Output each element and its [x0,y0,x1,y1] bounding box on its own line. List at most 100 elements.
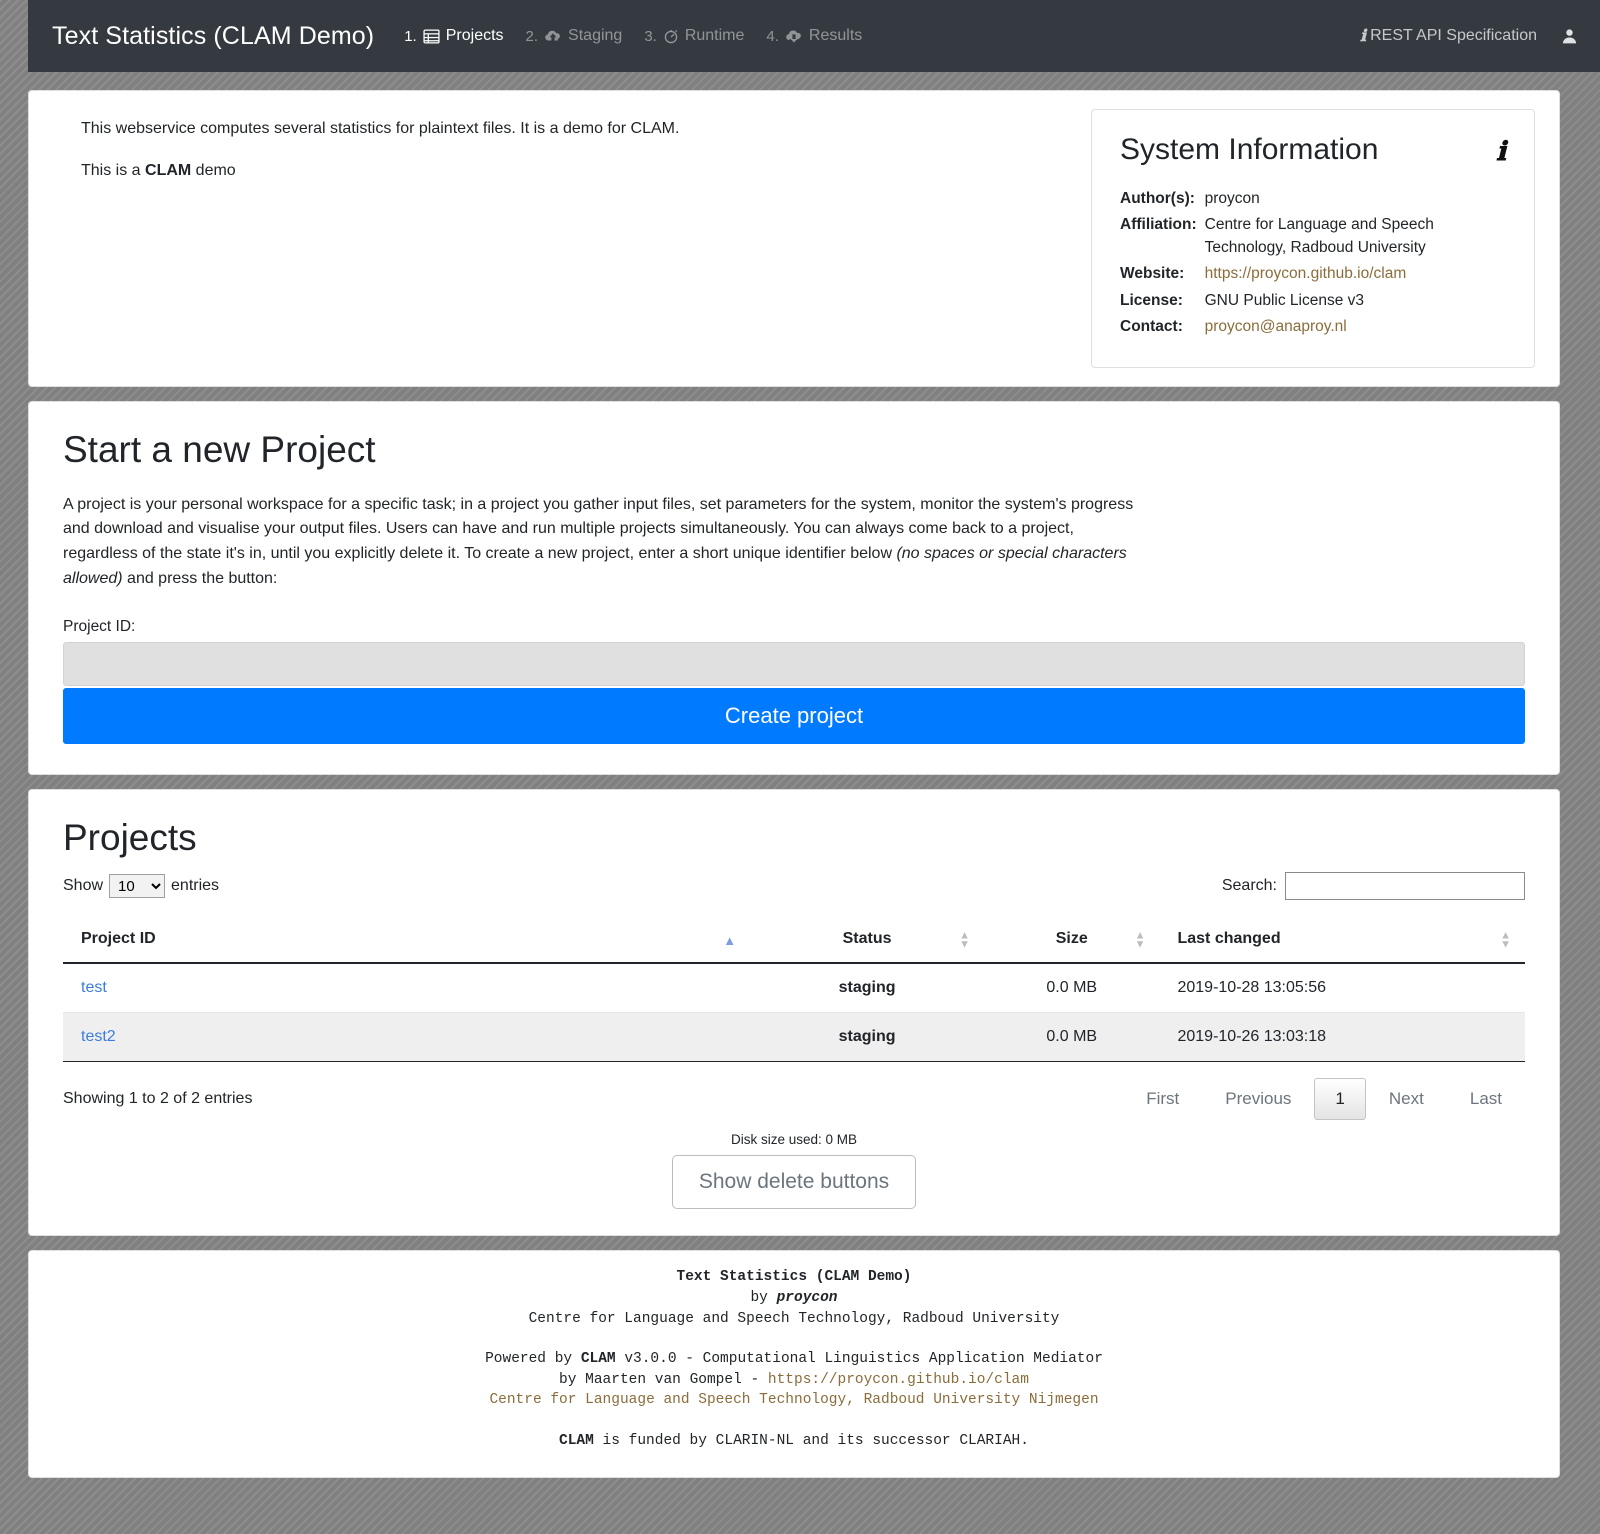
sort-none-icon: ▲ ▼ [1134,930,1146,951]
sysinfo-key-license: License: [1120,291,1183,309]
footer-clam-bold: CLAM [580,1351,616,1368]
table-row[interactable]: test staging 0.0 MB 2019-10-28 13:05:56 [63,962,1525,1013]
nav-step-runtime-label: Runtime [684,27,745,44]
footer-card: Text Statistics (CLAM Demo) by proycon C… [28,1250,1560,1479]
sysinfo-value-author: proycon [1204,190,1260,207]
footer-spacer-2 [39,1411,1549,1431]
rest-api-link[interactable]: ℹ REST API Specification [1360,26,1537,46]
nav-step-projects-number: 1. [404,27,417,45]
show-delete-buttons-button[interactable]: Show delete buttons [671,1155,917,1210]
table-row[interactable]: test2 staging 0.0 MB 2019-10-26 13:03:18 [63,1012,1525,1062]
show-label: Show [63,877,104,895]
projects-table-body: test staging 0.0 MB 2019-10-28 13:05:56 … [63,962,1525,1062]
intro-bold: CLAM [145,162,192,179]
footer-funding-clam: CLAM [559,1432,594,1449]
footer-funding-mid: is funded by [593,1432,716,1449]
info-icon: ℹ [1496,136,1506,166]
column-header-last-changed-label: Last changed [1177,930,1281,948]
footer-clst-line: Centre for Language and Speech Technolog… [489,1392,1099,1409]
sort-none-icon: ▲ ▼ [959,930,971,951]
disk-size-used: Disk size used: 0 MB [730,1132,858,1148]
footer-powered-suffix: v3.0.0 - Computational Linguistics Appli… [615,1351,1103,1368]
search-label: Search: [1221,877,1277,895]
service-description: This webservice computes several statist… [53,109,1067,368]
table-list-icon [423,28,440,45]
system-information-title: System Information [1120,133,1379,166]
sysinfo-value-website[interactable]: https://proycon.github.io/clam [1205,265,1407,282]
sort-ascending-icon: ▲ [723,933,737,949]
project-id-input[interactable] [63,641,1525,686]
nav-step-runtime-number: 3. [644,27,657,45]
sysinfo-row-author: Author(s): proycon [1120,186,1506,212]
nav-step-projects[interactable]: 1. Projects [404,27,503,45]
sysinfo-value-affiliation: Centre for Language and Speech Technolog… [1204,216,1434,256]
project-size-test: 0.0 MB [984,962,1160,1013]
nav-step-runtime[interactable]: 3. Runtime [644,27,744,45]
start-new-project-description: A project is your personal workspace for… [63,493,1143,592]
sysinfo-key-website: Website: [1120,265,1185,283]
footer-funding-clariah: CLARIAH [959,1432,1021,1449]
pagination-next[interactable]: Next [1366,1078,1447,1120]
nav-step-results-number: 4. [766,27,779,45]
footer-spacer [39,1329,1549,1349]
footer-author: proycon [776,1289,838,1306]
sysinfo-key-affiliation: Affiliation: [1120,216,1197,234]
column-header-last-changed[interactable]: Last changed ▲ ▼ [1159,922,1525,965]
pagination-first[interactable]: First [1123,1078,1202,1120]
nav-step-staging[interactable]: 2. Staging [526,27,623,45]
pagination-page-1[interactable]: 1 [1314,1078,1366,1121]
footer-funding-mid2: and its successor [794,1432,960,1449]
page-length-control: Show 10 25 50 100 entries [63,874,220,899]
footer-funding-clarin: CLARIN-NL [715,1432,794,1449]
service-description-line1: This webservice computes several statist… [81,120,680,137]
brand-title[interactable]: Text Statistics (CLAM Demo) [52,22,374,51]
start-new-project-title: Start a new Project [63,428,376,470]
projects-title: Projects [63,816,197,858]
search-input[interactable] [1285,872,1525,901]
column-header-status-label: Status [842,930,892,948]
column-header-size[interactable]: Size ▲ ▼ [984,922,1160,965]
project-last-changed-test: 2019-10-28 13:05:56 [1159,962,1525,1013]
project-link-test[interactable]: test [81,979,107,996]
footer-powered-prefix: Powered by [485,1351,581,1368]
page-content: This webservice computes several statist… [28,90,1560,1534]
create-project-button[interactable]: Create project [63,687,1525,744]
projects-table-header-row: Project ID ▲ Status ▲ ▼ Size ▲ ▼ Last chan… [63,922,1525,965]
user-icon[interactable] [1561,28,1578,45]
footer-maintainer-line: by Maarten van Gompel - https://proycon.… [39,1370,1549,1391]
project-link-test2[interactable]: test2 [81,1028,116,1045]
entries-label: entries [171,877,220,895]
project-status-test: staging [750,962,985,1013]
nav-step-projects-label: Projects [445,27,504,44]
column-header-status[interactable]: Status ▲ ▼ [750,922,985,965]
footer-author-line: by proycon [39,1288,1549,1309]
sysinfo-key-author: Author(s): [1120,190,1195,207]
projects-table-head: Project ID ▲ Status ▲ ▼ Size ▲ ▼ Last chan… [63,922,1525,965]
sysinfo-value-contact[interactable]: proycon@anaproy.nl [1205,318,1347,335]
rest-api-label: REST API Specification [1370,27,1537,44]
column-header-size-label: Size [1055,930,1088,948]
pagination: First Previous 1 Next Last [1123,1078,1525,1121]
footer-affiliation: Centre for Language and Speech Technolog… [528,1310,1060,1327]
project-last-changed-test2: 2019-10-26 13:03:18 [1159,1012,1525,1062]
projects-card: Projects Show 10 25 50 100 entries Searc… [28,788,1560,1237]
sysinfo-value-license: GNU Public License v3 [1204,291,1364,309]
column-header-project-id[interactable]: Project ID ▲ [63,922,751,965]
footer-clam-website-link[interactable]: https://proycon.github.io/clam [768,1372,1029,1388]
pagination-last[interactable]: Last [1447,1078,1525,1120]
disk-usage-section: Disk size used: 0 MB Show delete buttons [63,1132,1525,1210]
nav-step-results[interactable]: 4. Results [766,27,862,45]
page-length-select[interactable]: 10 25 50 100 [109,874,166,899]
sysinfo-row-contact: Contact: proycon@anaproy.nl [1120,314,1506,340]
footer-by-label: by [750,1289,777,1306]
pagination-previous[interactable]: Previous [1202,1078,1314,1120]
datatable-info: Showing 1 to 2 of 2 entries [63,1090,253,1108]
intro-suffix: demo [191,162,236,179]
cloud-upload-icon [544,28,562,44]
search-control: Search: [1221,872,1525,901]
footer-funding-end: . [1020,1432,1029,1449]
cloud-download-icon [785,28,803,44]
sort-none-icon: ▲ ▼ [1500,930,1511,951]
stopwatch-icon [663,28,679,44]
project-status-test2: staging [750,1012,985,1062]
